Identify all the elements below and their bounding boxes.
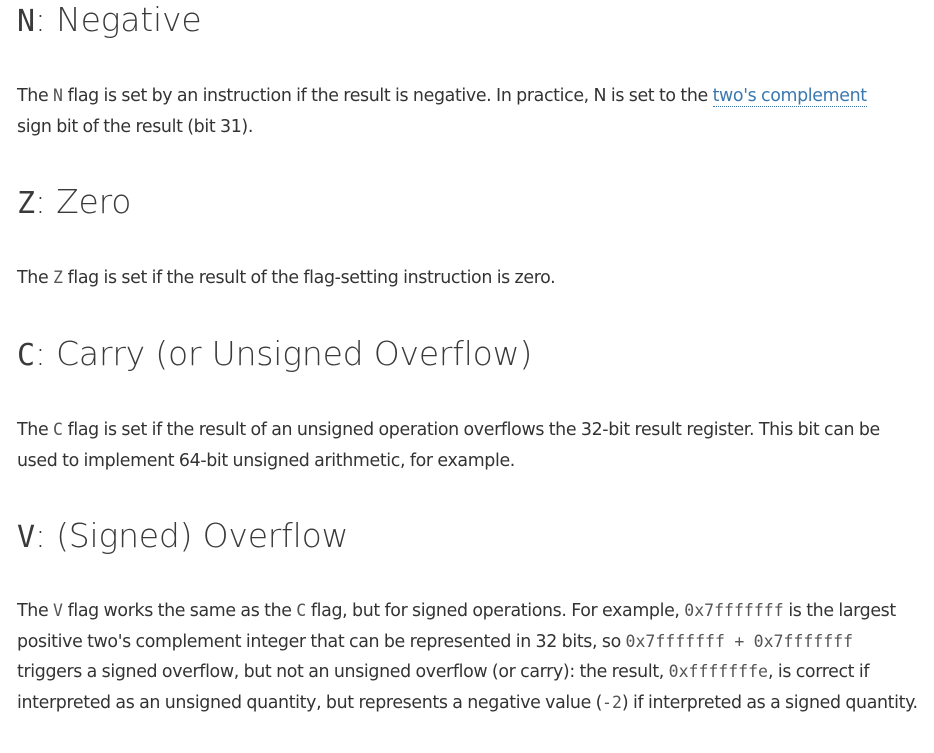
text: sign bit of the result (bit 31). — [17, 116, 254, 137]
inline-code: Z — [52, 268, 63, 287]
text: The — [17, 601, 53, 621]
twos-complement-link[interactable]: two's complement — [712, 86, 867, 107]
heading-text: : Zero — [34, 182, 132, 221]
flag-code: N — [17, 4, 35, 39]
section-heading-carry: C: Carry (or Unsigned Overflow) — [17, 334, 532, 376]
text: The — [17, 86, 53, 106]
section-heading-overflow: V: (Signed) Overflow — [17, 516, 349, 558]
paragraph-overflow: The V flag works the same as the C flag,… — [17, 596, 922, 718]
inline-code: 0xfffffffe — [668, 662, 768, 681]
inline-code: N — [52, 86, 63, 105]
inline-code: 0x7fffffff + 0x7fffffff — [625, 631, 854, 651]
flag-code: V — [17, 520, 35, 555]
heading-text: : Carry (or Unsigned Overflow) — [34, 334, 533, 373]
text: The — [17, 268, 53, 288]
inline-code: C — [296, 601, 307, 620]
text: flag is set if the result of an unsigned… — [17, 420, 880, 471]
heading-text: : (Signed) Overflow — [34, 516, 349, 555]
text: The — [17, 420, 53, 440]
paragraph-negative: The N flag is set by an instruction if t… — [17, 81, 867, 142]
flag-code: Z — [17, 186, 35, 221]
heading-text: : Negative — [34, 0, 202, 39]
paragraph-carry: The C flag is set if the result of an un… — [17, 415, 922, 476]
text: triggers a signed overflow, but not an u… — [17, 662, 669, 682]
section-heading-negative: N: Negative — [17, 0, 202, 42]
text: flag, but for signed operations. For exa… — [306, 601, 685, 621]
text: flag is set if the result of the flag-se… — [62, 268, 556, 288]
text: flag works the same as the — [62, 601, 297, 621]
inline-code: V — [52, 601, 63, 620]
text: ) if interpreted as a signed quantity. — [621, 692, 918, 713]
paragraph-zero: The Z flag is set if the result of the f… — [17, 263, 556, 294]
inline-code: -2 — [602, 692, 622, 712]
flag-code: C — [17, 338, 35, 373]
text: flag is set by an instruction if the res… — [62, 86, 713, 106]
inline-code: 0x7fffffff — [684, 601, 784, 620]
inline-code: C — [52, 420, 63, 439]
section-heading-zero: Z: Zero — [17, 182, 131, 224]
